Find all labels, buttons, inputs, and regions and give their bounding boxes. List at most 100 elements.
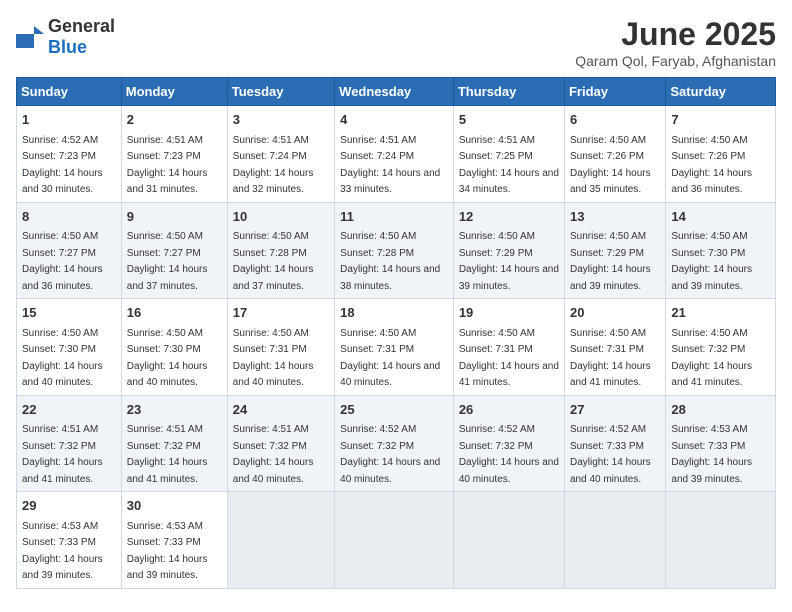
- header-sunday: Sunday: [17, 78, 122, 106]
- day-info: Sunrise: 4:51 AMSunset: 7:24 PMDaylight:…: [233, 135, 314, 196]
- day-number: 23: [127, 400, 222, 420]
- day-info: Sunrise: 4:50 AMSunset: 7:29 PMDaylight:…: [570, 231, 651, 292]
- calendar-cell: 15 Sunrise: 4:50 AMSunset: 7:30 PMDaylig…: [17, 299, 122, 396]
- calendar-cell: 28 Sunrise: 4:53 AMSunset: 7:33 PMDaylig…: [666, 395, 776, 492]
- header-friday: Friday: [564, 78, 665, 106]
- day-info: Sunrise: 4:50 AMSunset: 7:31 PMDaylight:…: [570, 328, 651, 389]
- day-info: Sunrise: 4:53 AMSunset: 7:33 PMDaylight:…: [22, 521, 103, 582]
- calendar-cell: 26 Sunrise: 4:52 AMSunset: 7:32 PMDaylig…: [453, 395, 564, 492]
- day-number: 20: [570, 303, 660, 323]
- day-info: Sunrise: 4:52 AMSunset: 7:33 PMDaylight:…: [570, 424, 651, 485]
- calendar-cell: 8 Sunrise: 4:50 AMSunset: 7:27 PMDayligh…: [17, 202, 122, 299]
- day-number: 2: [127, 110, 222, 130]
- day-number: 4: [340, 110, 448, 130]
- header-wednesday: Wednesday: [335, 78, 454, 106]
- day-number: 1: [22, 110, 116, 130]
- day-info: Sunrise: 4:50 AMSunset: 7:29 PMDaylight:…: [459, 231, 559, 292]
- day-number: 19: [459, 303, 559, 323]
- day-number: 30: [127, 496, 222, 516]
- calendar-cell: 29 Sunrise: 4:53 AMSunset: 7:33 PMDaylig…: [17, 492, 122, 589]
- calendar-cell: 30 Sunrise: 4:53 AMSunset: 7:33 PMDaylig…: [121, 492, 227, 589]
- calendar-cell: 10 Sunrise: 4:50 AMSunset: 7:28 PMDaylig…: [227, 202, 334, 299]
- calendar-cell: 6 Sunrise: 4:50 AMSunset: 7:26 PMDayligh…: [564, 106, 665, 203]
- calendar-title: June 2025: [575, 16, 776, 53]
- day-number: 5: [459, 110, 559, 130]
- day-number: 11: [340, 207, 448, 227]
- calendar-cell: 12 Sunrise: 4:50 AMSunset: 7:29 PMDaylig…: [453, 202, 564, 299]
- day-info: Sunrise: 4:51 AMSunset: 7:32 PMDaylight:…: [233, 424, 314, 485]
- calendar-cell: 7 Sunrise: 4:50 AMSunset: 7:26 PMDayligh…: [666, 106, 776, 203]
- day-info: Sunrise: 4:53 AMSunset: 7:33 PMDaylight:…: [127, 521, 208, 582]
- calendar-cell: [666, 492, 776, 589]
- calendar-table: SundayMondayTuesdayWednesdayThursdayFrid…: [16, 77, 776, 589]
- calendar-week-5: 29 Sunrise: 4:53 AMSunset: 7:33 PMDaylig…: [17, 492, 776, 589]
- day-number: 9: [127, 207, 222, 227]
- header-thursday: Thursday: [453, 78, 564, 106]
- day-info: Sunrise: 4:50 AMSunset: 7:27 PMDaylight:…: [22, 231, 103, 292]
- header: General Blue June 2025 Qaram Qol, Faryab…: [16, 16, 776, 69]
- day-number: 13: [570, 207, 660, 227]
- calendar-cell: 3 Sunrise: 4:51 AMSunset: 7:24 PMDayligh…: [227, 106, 334, 203]
- day-number: 29: [22, 496, 116, 516]
- day-number: 15: [22, 303, 116, 323]
- day-info: Sunrise: 4:50 AMSunset: 7:28 PMDaylight:…: [233, 231, 314, 292]
- logo: General Blue: [16, 16, 115, 58]
- day-info: Sunrise: 4:50 AMSunset: 7:28 PMDaylight:…: [340, 231, 440, 292]
- calendar-cell: 1 Sunrise: 4:52 AMSunset: 7:23 PMDayligh…: [17, 106, 122, 203]
- day-number: 22: [22, 400, 116, 420]
- calendar-cell: 18 Sunrise: 4:50 AMSunset: 7:31 PMDaylig…: [335, 299, 454, 396]
- calendar-cell: 14 Sunrise: 4:50 AMSunset: 7:30 PMDaylig…: [666, 202, 776, 299]
- title-area: June 2025 Qaram Qol, Faryab, Afghanistan: [575, 16, 776, 69]
- calendar-week-4: 22 Sunrise: 4:51 AMSunset: 7:32 PMDaylig…: [17, 395, 776, 492]
- header-saturday: Saturday: [666, 78, 776, 106]
- day-info: Sunrise: 4:50 AMSunset: 7:31 PMDaylight:…: [340, 328, 440, 389]
- day-info: Sunrise: 4:50 AMSunset: 7:30 PMDaylight:…: [22, 328, 103, 389]
- day-info: Sunrise: 4:50 AMSunset: 7:31 PMDaylight:…: [459, 328, 559, 389]
- calendar-cell: 23 Sunrise: 4:51 AMSunset: 7:32 PMDaylig…: [121, 395, 227, 492]
- day-info: Sunrise: 4:50 AMSunset: 7:31 PMDaylight:…: [233, 328, 314, 389]
- day-info: Sunrise: 4:52 AMSunset: 7:32 PMDaylight:…: [340, 424, 440, 485]
- header-monday: Monday: [121, 78, 227, 106]
- day-number: 28: [671, 400, 770, 420]
- calendar-cell: 19 Sunrise: 4:50 AMSunset: 7:31 PMDaylig…: [453, 299, 564, 396]
- logo-text: General Blue: [48, 16, 115, 58]
- calendar-cell: [564, 492, 665, 589]
- header-tuesday: Tuesday: [227, 78, 334, 106]
- logo-icon: [16, 26, 44, 48]
- calendar-cell: 22 Sunrise: 4:51 AMSunset: 7:32 PMDaylig…: [17, 395, 122, 492]
- calendar-cell: [227, 492, 334, 589]
- logo-general: General: [48, 16, 115, 36]
- calendar-cell: 24 Sunrise: 4:51 AMSunset: 7:32 PMDaylig…: [227, 395, 334, 492]
- day-number: 12: [459, 207, 559, 227]
- day-number: 16: [127, 303, 222, 323]
- day-number: 8: [22, 207, 116, 227]
- calendar-week-3: 15 Sunrise: 4:50 AMSunset: 7:30 PMDaylig…: [17, 299, 776, 396]
- day-number: 26: [459, 400, 559, 420]
- day-info: Sunrise: 4:50 AMSunset: 7:26 PMDaylight:…: [570, 135, 651, 196]
- calendar-week-1: 1 Sunrise: 4:52 AMSunset: 7:23 PMDayligh…: [17, 106, 776, 203]
- day-info: Sunrise: 4:51 AMSunset: 7:32 PMDaylight:…: [22, 424, 103, 485]
- day-info: Sunrise: 4:50 AMSunset: 7:26 PMDaylight:…: [671, 135, 752, 196]
- day-number: 21: [671, 303, 770, 323]
- calendar-header-row: SundayMondayTuesdayWednesdayThursdayFrid…: [17, 78, 776, 106]
- calendar-week-2: 8 Sunrise: 4:50 AMSunset: 7:27 PMDayligh…: [17, 202, 776, 299]
- day-info: Sunrise: 4:52 AMSunset: 7:32 PMDaylight:…: [459, 424, 559, 485]
- calendar-cell: 17 Sunrise: 4:50 AMSunset: 7:31 PMDaylig…: [227, 299, 334, 396]
- calendar-cell: 25 Sunrise: 4:52 AMSunset: 7:32 PMDaylig…: [335, 395, 454, 492]
- location-subtitle: Qaram Qol, Faryab, Afghanistan: [575, 53, 776, 69]
- day-info: Sunrise: 4:50 AMSunset: 7:27 PMDaylight:…: [127, 231, 208, 292]
- calendar-cell: 5 Sunrise: 4:51 AMSunset: 7:25 PMDayligh…: [453, 106, 564, 203]
- day-number: 25: [340, 400, 448, 420]
- day-info: Sunrise: 4:53 AMSunset: 7:33 PMDaylight:…: [671, 424, 752, 485]
- day-info: Sunrise: 4:51 AMSunset: 7:24 PMDaylight:…: [340, 135, 440, 196]
- day-info: Sunrise: 4:50 AMSunset: 7:30 PMDaylight:…: [127, 328, 208, 389]
- day-info: Sunrise: 4:50 AMSunset: 7:32 PMDaylight:…: [671, 328, 752, 389]
- day-number: 10: [233, 207, 329, 227]
- calendar-cell: 4 Sunrise: 4:51 AMSunset: 7:24 PMDayligh…: [335, 106, 454, 203]
- calendar-cell: 21 Sunrise: 4:50 AMSunset: 7:32 PMDaylig…: [666, 299, 776, 396]
- calendar-cell: 13 Sunrise: 4:50 AMSunset: 7:29 PMDaylig…: [564, 202, 665, 299]
- day-number: 3: [233, 110, 329, 130]
- calendar-cell: 2 Sunrise: 4:51 AMSunset: 7:23 PMDayligh…: [121, 106, 227, 203]
- calendar-cell: 9 Sunrise: 4:50 AMSunset: 7:27 PMDayligh…: [121, 202, 227, 299]
- day-number: 17: [233, 303, 329, 323]
